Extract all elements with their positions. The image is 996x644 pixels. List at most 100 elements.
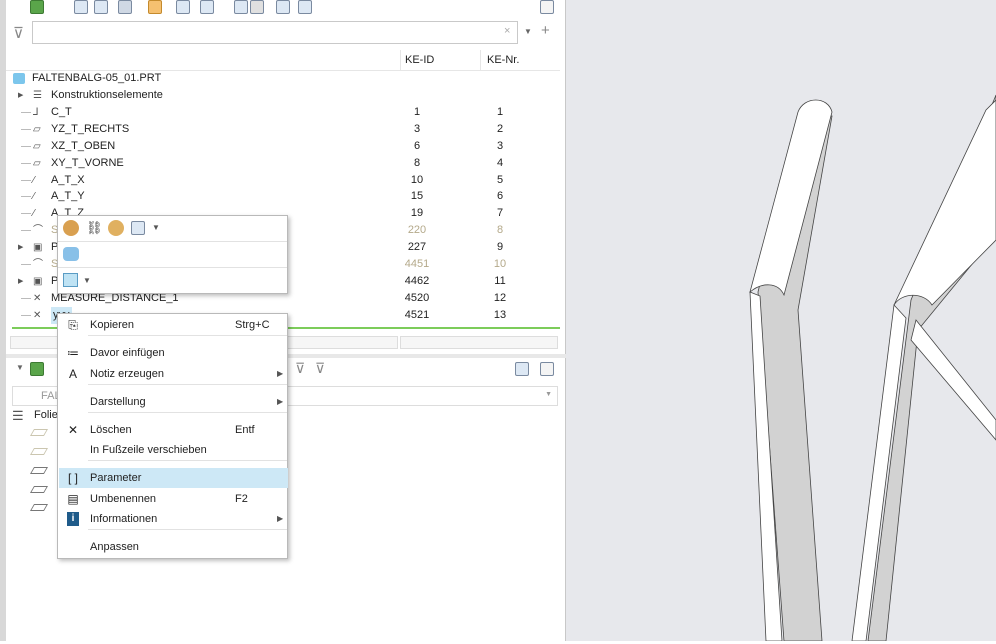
relations-icon[interactable] [276, 0, 290, 14]
tree-row[interactable]: ▶ ☰ Konstruktionselemente [0, 87, 560, 104]
tree-collapse-icon[interactable] [94, 0, 108, 14]
submenu-arrow-icon: ▶ [277, 514, 284, 523]
row-ke-nr: 1 [496, 105, 504, 118]
graphics-viewport[interactable] [566, 0, 996, 642]
layer-icon[interactable] [29, 486, 49, 493]
layer-icon[interactable] [29, 467, 49, 474]
row-ke-nr: 11 [494, 274, 506, 287]
row-ke-id: 4520 [404, 291, 430, 304]
tree-columns-icon[interactable] [200, 0, 214, 14]
shading-icon[interactable] [108, 220, 124, 236]
menu-item-notiz-erzeugen[interactable]: A Notiz erzeugen ▶ [59, 364, 288, 384]
layer-root-label[interactable]: Folie [34, 409, 58, 421]
row-label: A_T_Y [51, 190, 85, 203]
solid-icon: ▣ [33, 242, 43, 254]
add-icon[interactable]: + [541, 22, 550, 39]
menu-item-kopieren[interactable]: ⎘ Kopieren Strg+C [59, 315, 288, 335]
menu-item-label: Davor einfügen [90, 347, 165, 359]
axis-icon: ⁄ [33, 174, 35, 186]
tree-search-input[interactable] [32, 21, 518, 44]
tree-row[interactable]: ⅃ C_T 1 1 [0, 104, 560, 121]
tree-root[interactable]: FALTENBALG-05_01.PRT [0, 70, 560, 87]
tree-filter-icon[interactable] [176, 0, 190, 14]
menu-item-umbenennen[interactable]: ▤ Umbenennen F2 [59, 489, 288, 509]
settings-icon[interactable] [540, 0, 554, 14]
copy-icon: ⎘ [68, 318, 78, 332]
layer-settings-icon[interactable] [540, 362, 554, 376]
menu-item-parameter[interactable]: [ ] Parameter [59, 468, 288, 488]
menu-item-in-fußzeile-verschieben[interactable]: In Fußzeile verschieben [59, 440, 288, 460]
menu-item-label: Löschen [90, 424, 132, 436]
column-ke-id[interactable]: KE-ID [405, 54, 434, 66]
highlight-icon[interactable] [148, 0, 162, 14]
chevron-down-icon[interactable]: ▼ [524, 27, 532, 36]
axis-icon: ⁄ [33, 191, 35, 203]
row-label: XY_T_VORNE [51, 156, 124, 169]
relations-icon[interactable] [131, 221, 145, 235]
row-ke-nr: 7 [496, 207, 504, 220]
layer-stack-icon: ☰ [12, 408, 24, 423]
tree-row[interactable]: ▱ XZ_T_OBEN 6 3 [0, 138, 560, 155]
expand-icon[interactable]: ▶ [18, 273, 23, 290]
menu-item-label: Kopieren [90, 319, 135, 331]
plane-icon: ▱ [33, 140, 41, 152]
link-icon[interactable]: ⛓ [86, 220, 103, 236]
menu-item-davor-einfügen[interactable]: ≔ Davor einfügen [59, 343, 288, 363]
clear-icon[interactable]: × [504, 25, 510, 37]
collapse-icon[interactable]: ▼ [16, 363, 24, 372]
row-ke-nr: 12 [493, 291, 507, 304]
axis-icon: ⁄ [33, 208, 35, 220]
chevron-down-icon[interactable]: ▼ [83, 276, 91, 285]
layers-icon[interactable] [30, 362, 44, 376]
layer-icon[interactable] [29, 429, 49, 436]
row-ke-id: 220 [407, 224, 427, 237]
layer-filter-icon[interactable]: ⊽ [295, 360, 305, 377]
menu-item-darstellung[interactable]: Darstellung ▶ [59, 392, 288, 412]
row-ke-nr: 4 [496, 156, 504, 169]
row-ke-id: 6 [413, 139, 421, 152]
tree-expand-icon[interactable] [74, 0, 88, 14]
row-ke-id: 4521 [404, 308, 430, 321]
layer-icon[interactable] [29, 448, 49, 455]
row-label: YZ_T_RECHTS [51, 122, 130, 135]
view-orientation-icon[interactable] [63, 273, 78, 287]
show-columns-icon[interactable] [118, 0, 132, 14]
expand-icon[interactable]: ▶ [18, 87, 23, 104]
row-ke-id: 1 [413, 105, 421, 118]
row-ke-nr: 10 [493, 258, 507, 270]
tree-row[interactable]: ▱ XY_T_VORNE 8 4 [0, 155, 560, 172]
plane-icon: ▱ [33, 157, 41, 169]
tree-row[interactable]: ▱ YZ_T_RECHTS 3 2 [0, 121, 560, 138]
row-ke-nr: 6 [496, 190, 504, 203]
row-ke-id: 15 [410, 190, 424, 203]
menu-item-informationen[interactable]: i Informationen ▶ [59, 509, 288, 529]
context-menu: ⎘ Kopieren Strg+C ≔ Davor einfügen A Notiz erz… [57, 313, 288, 559]
row-label: C_T [51, 105, 72, 118]
menu-item-löschen[interactable]: ✕ Löschen Entf [59, 420, 288, 440]
layer-select-filter-icon[interactable]: ⊽ [315, 360, 325, 377]
tree-row[interactable]: ⁄ A_T_X 10 5 [0, 172, 560, 189]
tree-row[interactable]: ⁄ A_T_Y 15 6 [0, 188, 560, 205]
list-view-icon[interactable] [234, 0, 248, 14]
menu-item-label: Darstellung [90, 396, 146, 408]
column-ke-nr[interactable]: KE-Nr. [487, 54, 519, 66]
structure-icon[interactable] [298, 0, 312, 14]
expand-icon[interactable]: ▶ [18, 239, 23, 256]
model-icon[interactable] [30, 0, 44, 14]
menu-item-label: Notiz erzeugen [90, 368, 164, 380]
filter-icon: ⊽ [13, 25, 24, 42]
appearance-icon[interactable] [63, 220, 79, 236]
part-icon [13, 73, 25, 84]
horizontal-scrollbar-right[interactable] [400, 336, 558, 349]
menu-item-anpassen[interactable]: Anpassen [59, 537, 288, 557]
row-ke-id: 4462 [404, 274, 430, 287]
layer-view-icon[interactable] [250, 0, 264, 14]
layer-icon[interactable] [29, 504, 49, 511]
submenu-arrow-icon: ▶ [277, 369, 284, 378]
chevron-down-icon: ▼ [545, 391, 552, 398]
layer-properties-icon[interactable] [515, 362, 529, 376]
edit-definition-icon[interactable] [63, 247, 79, 261]
menu-separator [88, 384, 287, 385]
menu-item-label: In Fußzeile verschieben [90, 444, 207, 456]
chevron-down-icon[interactable]: ▼ [152, 223, 160, 232]
